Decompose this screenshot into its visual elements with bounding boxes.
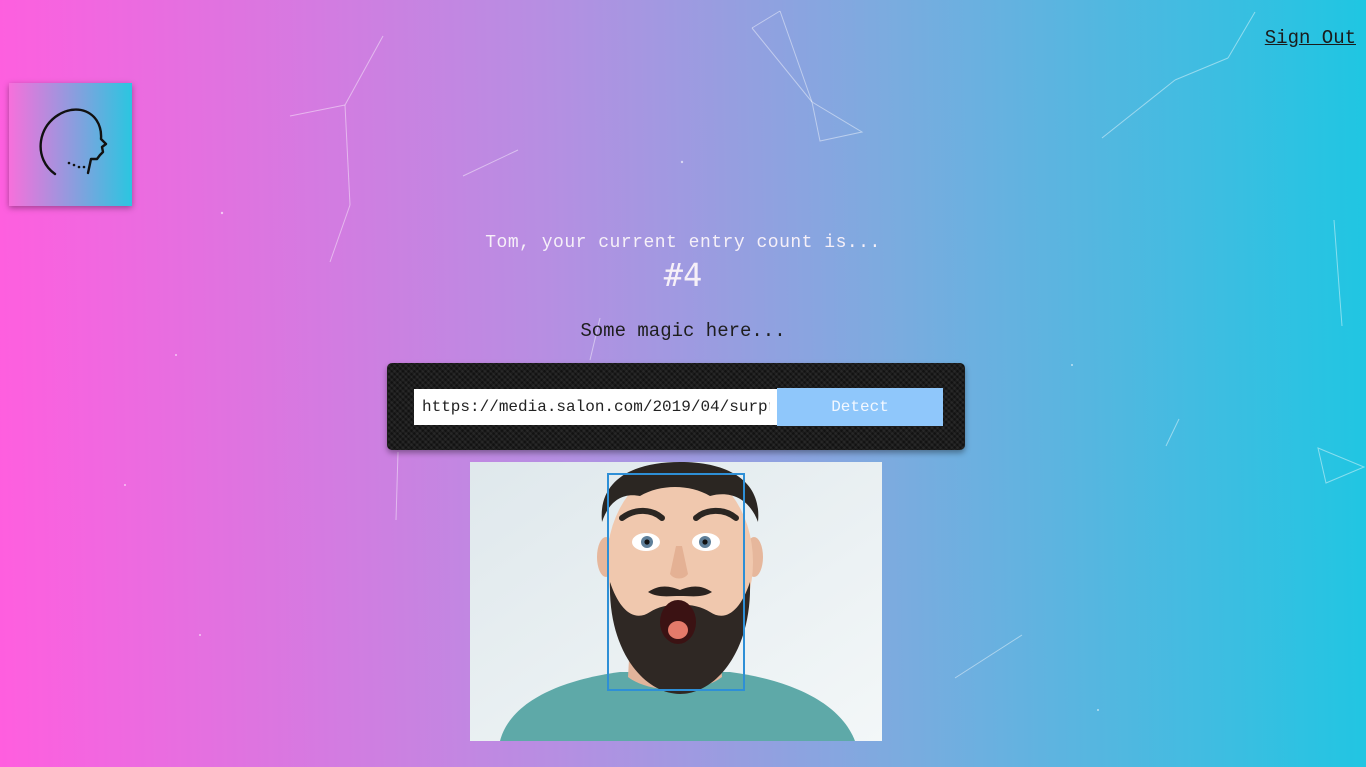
detect-form: Detect (387, 363, 965, 450)
image-url-input[interactable] (414, 389, 778, 425)
head-profile-icon (39, 108, 108, 176)
section-subtitle: Some magic here... (580, 320, 786, 342)
entry-count-value: #4 (663, 256, 703, 294)
app-logo (9, 83, 132, 206)
entry-count-greeting: Tom, your current entry count is... (485, 233, 881, 253)
detect-button[interactable]: Detect (777, 388, 943, 426)
face-bounding-box (607, 473, 745, 691)
sign-out-link[interactable]: Sign Out (1265, 27, 1356, 49)
